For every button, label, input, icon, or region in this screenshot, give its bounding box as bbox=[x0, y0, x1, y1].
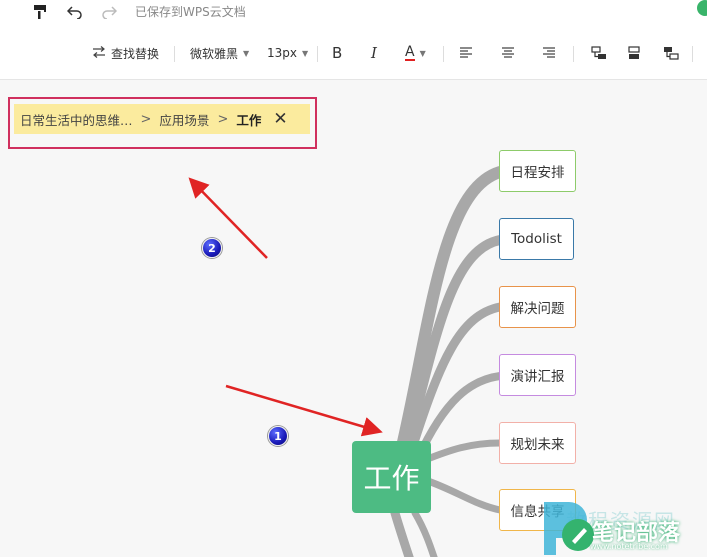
app-window: 已保存到WPS云文档 查找替换 微软雅黑 ▼ 13px ▼ B I A ▼ 工作… bbox=[0, 0, 707, 557]
annotation-arrows bbox=[188, 177, 383, 437]
badge-2: 2 bbox=[202, 238, 222, 258]
watermark-logo-icon bbox=[544, 502, 594, 555]
watermark-url: www.notetribe.com bbox=[590, 542, 668, 551]
badge-1: 1 bbox=[268, 426, 288, 446]
arrow-1 bbox=[225, 384, 383, 437]
